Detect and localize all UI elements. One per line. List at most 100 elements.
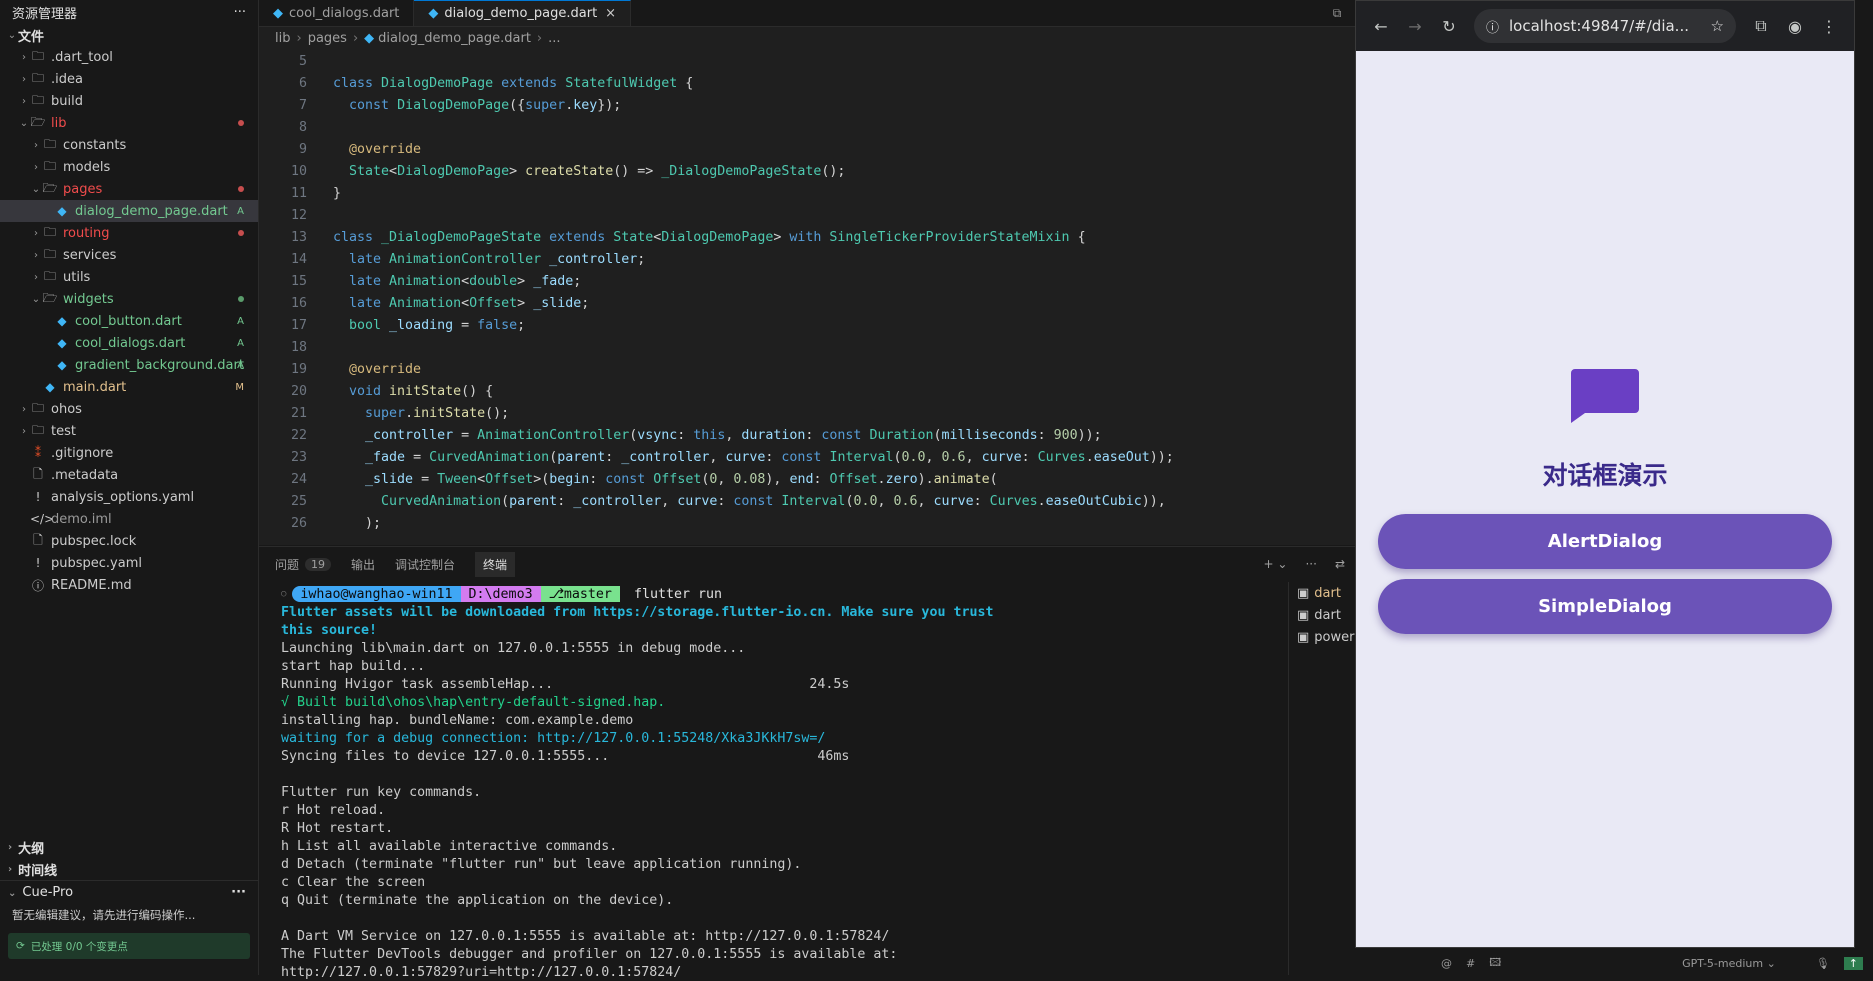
code-token: animate [933, 471, 990, 487]
close-icon[interactable]: × [605, 6, 616, 21]
code-token: , [877, 493, 894, 509]
bookmark-star-icon[interactable]: ☆ [1711, 17, 1724, 35]
forward-icon[interactable]: → [1398, 17, 1432, 36]
tree-item[interactable]: ◆ dialog_demo_page.dart A [0, 200, 258, 222]
send-icon[interactable]: ↑ [1843, 957, 1863, 970]
tree-item[interactable]: › 🗀 services [0, 244, 258, 266]
terminal-list: ▣dart▣dart▣powershell [1288, 582, 1356, 975]
cast-icon[interactable]: ⧉ [1744, 16, 1778, 36]
tree-item-label: demo.iml [51, 511, 112, 527]
hash-icon[interactable]: # [1466, 957, 1475, 970]
terminal-instance[interactable]: ▣ dart [1289, 604, 1356, 626]
code-token: easeOutCubic [1045, 493, 1142, 509]
breadcrumb-item[interactable]: dialog_demo_page.dart [378, 31, 531, 46]
breadcrumb-item[interactable]: lib [275, 31, 290, 46]
tree-item[interactable]: ! analysis_options.yaml [0, 486, 258, 508]
code-token: const [733, 493, 782, 509]
tree-item[interactable]: › 🗀 constants [0, 134, 258, 156]
timeline-section[interactable]: › 时间线 [0, 858, 258, 880]
microphone-icon[interactable]: 🎙 [1816, 957, 1830, 970]
code-token: const [349, 97, 398, 113]
tab-cool-dialogs[interactable]: ◆ cool_dialogs.dart [259, 0, 415, 26]
terminal-output[interactable]: ○ iwhao@wanghao-win11 D:\demo3 ⎇ master f… [281, 585, 1331, 981]
folder-icon: 🗀 [43, 224, 56, 239]
breadcrumb-item[interactable]: pages [308, 31, 347, 46]
tree-item[interactable]: ⁑ .gitignore [0, 442, 258, 464]
profile-icon[interactable]: ◉ [1778, 17, 1812, 36]
code-token: )), [1141, 493, 1166, 509]
code-token: zero [885, 471, 918, 487]
code-area[interactable]: 5 6 class DialogDemoPage extends StatefulW… [259, 50, 1355, 534]
tab-dialog-demo-page[interactable]: ◆ dialog_demo_page.dart × [414, 0, 632, 26]
tree-item[interactable]: › 🗀 routing [0, 222, 258, 244]
more-actions-icon[interactable]: ··· [1305, 557, 1316, 571]
image-icon[interactable]: 🖾 [1489, 954, 1501, 973]
tree-item[interactable]: ⓘ README.md [0, 574, 258, 596]
chevron-down-icon: ⌄ [7, 29, 17, 41]
editor-tabs: ◆ cool_dialogs.dart ◆ dialog_demo_page.d… [259, 0, 1355, 27]
tab-output[interactable]: 输出 [351, 556, 375, 573]
file-icon: 🗋 [33, 532, 43, 547]
tree-item[interactable]: › 🗀 models [0, 156, 258, 178]
new-terminal-icon[interactable]: + ⌄ [1264, 557, 1288, 571]
terminal-line: installing hap. bundleName: com.example.… [281, 712, 634, 728]
chat-input-bar: @ # 🖾 GPT-5-medium ⌄ 🎙 ↑ [1427, 952, 1873, 975]
simple-dialog-button[interactable]: SimpleDialog [1378, 579, 1832, 634]
tree-item[interactable]: ◆ cool_button.dart A [0, 310, 258, 332]
tree-item[interactable]: › 🗀 utils [0, 266, 258, 288]
line-number: 21 [290, 405, 307, 421]
terminal-instance[interactable]: ▣powershell [1289, 626, 1356, 648]
breadcrumb-item[interactable]: ... [548, 31, 560, 46]
code-token: 0.08 [733, 471, 766, 487]
model-select[interactable]: GPT-5-medium ⌄ [1682, 957, 1776, 970]
tree-item[interactable]: </> demo.iml [0, 508, 258, 530]
mention-icon[interactable]: @ [1441, 957, 1452, 970]
tree-item[interactable]: 🗋 .metadata [0, 464, 258, 486]
split-editor-icon[interactable]: ⧉ [1319, 0, 1355, 26]
terminal-line: The Flutter DevTools debugger and profil… [281, 946, 898, 962]
code-line: 20 void initState() { [259, 380, 1355, 402]
terminal-instance[interactable]: ▣ dart [1289, 582, 1356, 604]
alert-dialog-button[interactable]: AlertDialog [1378, 514, 1832, 569]
tree-item[interactable]: ⌄ 🗁 pages [0, 178, 258, 200]
bottom-panel: 问题 19 输出 调试控制台 终端 + ⌄ ··· ⇄ ○ iwhao@wangh… [259, 546, 1355, 980]
tree-item[interactable]: › 🗀 .dart_tool [0, 46, 258, 68]
code-line: 13 class _DialogDemoPageState extends Sta… [259, 226, 1355, 248]
tab-terminal[interactable]: 终端 [475, 551, 516, 577]
cue-pro-section[interactable]: ⌄ Cue-Pro ··· [0, 880, 258, 903]
line-number: 24 [290, 471, 307, 487]
code-token: : [677, 427, 694, 443]
tree-item[interactable]: › 🗀 ohos [0, 398, 258, 420]
dot-icon [238, 119, 244, 126]
terminal-line: √ Built build\ohos\hap\entry-default-sig… [281, 694, 666, 710]
dart-file-icon: ◆ [45, 380, 55, 394]
tree-item[interactable]: › 🗀 .idea [0, 68, 258, 90]
more-actions-icon[interactable]: ··· [234, 5, 246, 20]
workspace-root[interactable]: ⌄ 文件 [0, 24, 258, 46]
prompt-user: iwhao@wanghao-win11 [292, 586, 461, 602]
reload-icon[interactable]: ↻ [1432, 17, 1466, 36]
terminal-line: h List all available interactive command… [281, 838, 618, 854]
tree-item[interactable]: ◆ gradient_background.dart A [0, 354, 258, 376]
tab-label: 问题 [275, 557, 300, 572]
outline-section[interactable]: › 大纲 [0, 836, 258, 858]
tree-item[interactable]: ! pubspec.yaml [0, 552, 258, 574]
menu-icon[interactable]: ⋮ [1812, 17, 1846, 36]
panel-settings-icon[interactable]: ⇄ [1335, 557, 1345, 571]
address-bar[interactable]: ⓘ localhost:49847/#/dia... ☆ [1474, 9, 1736, 43]
back-icon[interactable]: ← [1364, 17, 1398, 36]
code-token: () { [461, 383, 494, 399]
tree-item[interactable]: › 🗀 test [0, 420, 258, 442]
site-info-icon[interactable]: ⓘ [1486, 17, 1499, 36]
tree-item[interactable]: 🗋 pubspec.lock [0, 530, 258, 552]
tab-problems[interactable]: 问题 19 [275, 556, 332, 573]
more-actions-icon[interactable]: ··· [231, 885, 246, 900]
tree-item[interactable]: ⌄ 🗁 widgets [0, 288, 258, 310]
tree-item[interactable]: › 🗀 build [0, 90, 258, 112]
tree-item[interactable]: ◆ cool_dialogs.dart A [0, 332, 258, 354]
tree-item[interactable]: ◆ main.dart M [0, 376, 258, 398]
tab-debug-console[interactable]: 调试控制台 [395, 556, 455, 573]
tree-item[interactable]: ⌄ 🗁 lib [0, 112, 258, 134]
